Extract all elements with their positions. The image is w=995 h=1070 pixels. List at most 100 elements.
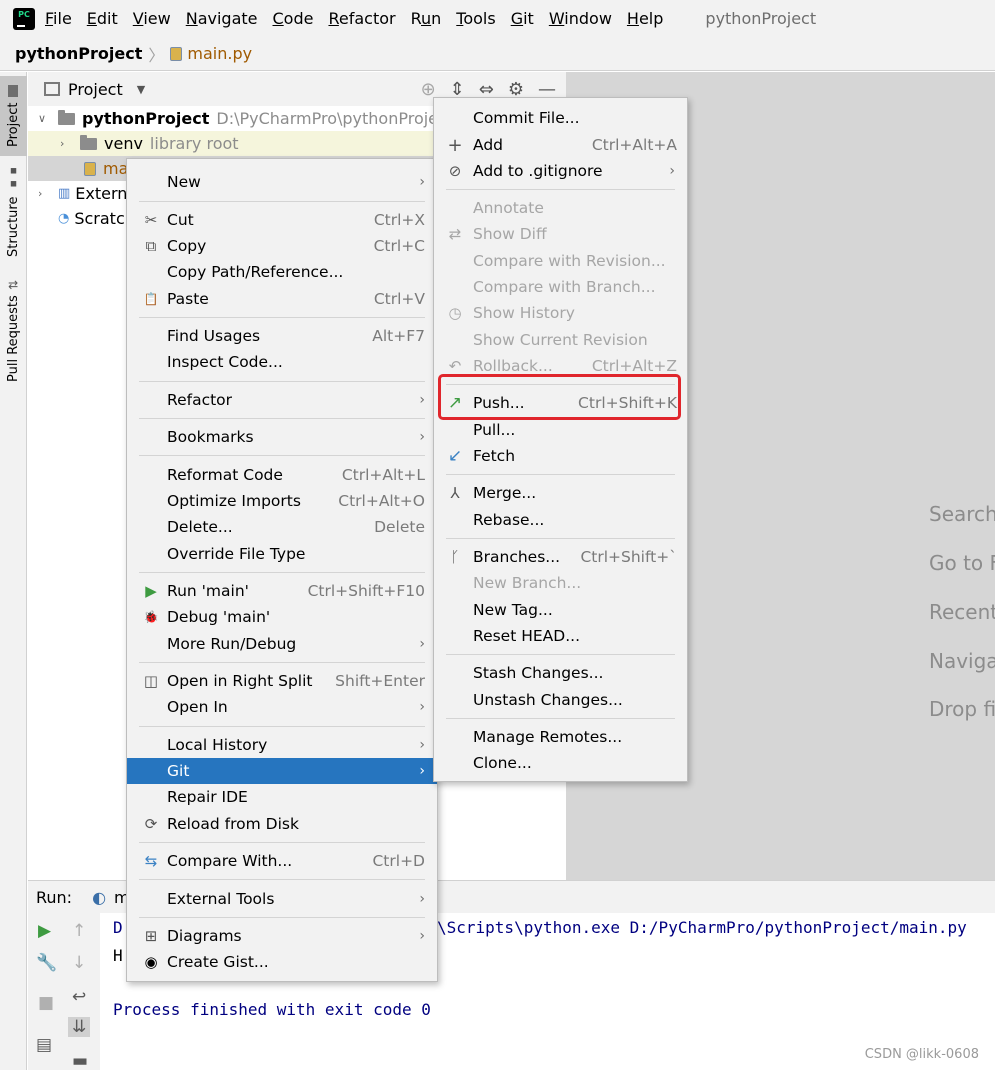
git-show-current-revision[interactable]: Show Current Revision	[434, 327, 687, 353]
ctx-create-gist[interactable]: ◉ Create Gist...	[127, 949, 437, 975]
pycharm-logo-icon: PC	[13, 7, 35, 30]
diff-icon: ⇄	[448, 225, 462, 243]
menu-run[interactable]: Run	[411, 9, 442, 28]
menu-tools[interactable]: Tools	[456, 9, 495, 28]
arrow-up-icon[interactable]: ↑	[72, 921, 86, 941]
git-add-to-gitignore[interactable]: ⊘ Add to .gitignore ›	[434, 158, 687, 184]
soft-wrap-icon[interactable]: ↩	[72, 987, 86, 1007]
ctx-bookmarks[interactable]: Bookmarks ›	[127, 424, 437, 450]
ctx-inspect-code[interactable]: Inspect Code...	[127, 349, 437, 375]
menu-file[interactable]: File	[45, 9, 72, 28]
library-icon: ▥	[58, 186, 71, 201]
project-view-selector[interactable]: Project	[68, 80, 123, 99]
git-fetch[interactable]: ↙ Fetch	[434, 443, 687, 469]
menu-edit[interactable]: Edit	[87, 9, 118, 28]
git-stash-changes[interactable]: Stash Changes...	[434, 660, 687, 686]
chevron-right-icon: ›	[419, 699, 425, 715]
run-tab[interactable]: ◐ m	[92, 888, 130, 907]
ctx-override-file-type[interactable]: Override File Type	[127, 541, 437, 567]
ctx-diagrams[interactable]: ⊞ Diagrams ›	[127, 923, 437, 949]
git-commit-file[interactable]: Commit File...	[434, 105, 687, 131]
scroll-to-end-icon[interactable]: ⇊	[68, 1017, 91, 1037]
ctx-reload-from-disk[interactable]: ⟳ Reload from Disk	[127, 811, 437, 837]
ctx-delete[interactable]: Delete... Delete	[127, 514, 437, 540]
chevron-down-icon[interactable]: ∨	[38, 112, 50, 125]
split-icon: ◫	[143, 672, 159, 690]
merge-icon: ⅄	[450, 484, 460, 502]
ctx-open-right-split[interactable]: ◫ Open in Right Split Shift+Enter	[127, 668, 437, 694]
git-new-tag[interactable]: New Tag...	[434, 597, 687, 623]
git-merge[interactable]: ⅄ Merge...	[434, 480, 687, 506]
git-manage-remotes[interactable]: Manage Remotes...	[434, 724, 687, 750]
ctx-reformat-code[interactable]: Reformat Code Ctrl+Alt+L	[127, 462, 437, 488]
git-add[interactable]: + Add Ctrl+Alt+A	[434, 132, 687, 158]
run-icon: ▶	[145, 582, 157, 600]
git-branches[interactable]: ᚴ Branches... Ctrl+Shift+`	[434, 544, 687, 570]
ctx-git[interactable]: Git ›	[127, 758, 437, 784]
rerun-icon[interactable]: ▶	[38, 921, 51, 941]
menu-refactor[interactable]: Refactor	[328, 9, 395, 28]
menu-navigate[interactable]: Navigate	[186, 9, 258, 28]
rollback-icon: ↶	[448, 357, 462, 375]
git-rebase[interactable]: Rebase...	[434, 507, 687, 533]
git-show-diff[interactable]: ⇄ Show Diff	[434, 221, 687, 247]
ctx-local-history[interactable]: Local History ›	[127, 732, 437, 758]
project-context-menu: New › ✂ Cut Ctrl+X ⧉ Copy Ctrl+C Copy Path/Re…	[126, 158, 438, 982]
ctx-open-in[interactable]: Open In ›	[127, 694, 437, 720]
ctx-find-usages[interactable]: Find Usages Alt+F7	[127, 323, 437, 349]
chevron-right-icon[interactable]: ›	[60, 137, 72, 150]
git-clone[interactable]: Clone...	[434, 750, 687, 776]
console-line-1-prefix: D	[113, 918, 123, 937]
hint-navigation: Naviga	[929, 649, 995, 673]
compare-icon: ⇆	[144, 852, 158, 870]
main-menubar: PC File Edit View Navigate Code Refactor…	[0, 0, 995, 37]
chevron-right-icon: ›	[419, 763, 425, 779]
ctx-optimize-imports[interactable]: Optimize Imports Ctrl+Alt+O	[127, 488, 437, 514]
ctx-external-tools[interactable]: External Tools ›	[127, 886, 437, 912]
run-toolbar: ▶ ↑ 🔧 ↓ ■ ↩ ⇊ ▤ ▬	[28, 913, 100, 1070]
wrench-icon[interactable]: 🔧	[36, 953, 57, 973]
chevron-right-icon: ›	[419, 891, 425, 907]
push-highlight-annotation	[438, 374, 681, 420]
git-reset-head[interactable]: Reset HEAD...	[434, 623, 687, 649]
git-unstash-changes[interactable]: Unstash Changes...	[434, 687, 687, 713]
ctx-repair-ide[interactable]: Repair IDE	[127, 784, 437, 810]
print-icon[interactable]: ▬	[72, 1051, 88, 1070]
hint-search: Search	[929, 502, 995, 526]
chevron-down-icon[interactable]: ▼	[137, 83, 145, 96]
console-line-2: H	[113, 946, 123, 965]
git-annotate[interactable]: Annotate	[434, 195, 687, 221]
chevron-right-icon[interactable]: ›	[38, 187, 50, 200]
chevron-right-icon: ›	[419, 174, 425, 190]
stop-icon[interactable]: ■	[38, 993, 54, 1013]
git-pull[interactable]: Pull...	[434, 417, 687, 443]
tool-tab-structure[interactable]: Structure ▪▪	[0, 165, 27, 257]
ctx-more-run-debug[interactable]: More Run/Debug ›	[127, 631, 437, 657]
breadcrumb-file[interactable]: main.py	[170, 44, 252, 63]
ctx-new[interactable]: New ›	[127, 169, 437, 195]
layout-icon[interactable]: ▤	[36, 1035, 52, 1055]
reload-icon: ⟳	[144, 815, 158, 833]
ctx-paste[interactable]: 📋 Paste Ctrl+V	[127, 286, 437, 312]
ctx-refactor[interactable]: Refactor ›	[127, 387, 437, 413]
tool-tab-pull-requests[interactable]: Pull Requests ⇅	[0, 276, 27, 386]
ctx-debug-main[interactable]: 🐞 Debug 'main'	[127, 604, 437, 630]
ctx-cut[interactable]: ✂ Cut Ctrl+X	[127, 207, 437, 233]
git-new-branch[interactable]: New Branch...	[434, 570, 687, 596]
menu-git[interactable]: Git	[511, 9, 534, 28]
menu-window[interactable]: Window	[549, 9, 612, 28]
ctx-copy-path[interactable]: Copy Path/Reference...	[127, 259, 437, 285]
hint-recent: Recent	[929, 600, 995, 624]
menu-view[interactable]: View	[133, 9, 171, 28]
ctx-run-main[interactable]: ▶ Run 'main' Ctrl+Shift+F10	[127, 578, 437, 604]
arrow-down-icon[interactable]: ↓	[72, 953, 86, 973]
ctx-copy[interactable]: ⧉ Copy Ctrl+C	[127, 233, 437, 259]
breadcrumb-project[interactable]: pythonProject	[15, 44, 142, 63]
menu-code[interactable]: Code	[273, 9, 314, 28]
menu-help[interactable]: Help	[627, 9, 663, 28]
git-show-history[interactable]: ◷ Show History	[434, 300, 687, 326]
git-compare-revision[interactable]: Compare with Revision...	[434, 248, 687, 274]
ctx-compare-with[interactable]: ⇆ Compare With... Ctrl+D	[127, 848, 437, 874]
tool-tab-project[interactable]: Project	[0, 76, 27, 156]
git-compare-branch[interactable]: Compare with Branch...	[434, 274, 687, 300]
